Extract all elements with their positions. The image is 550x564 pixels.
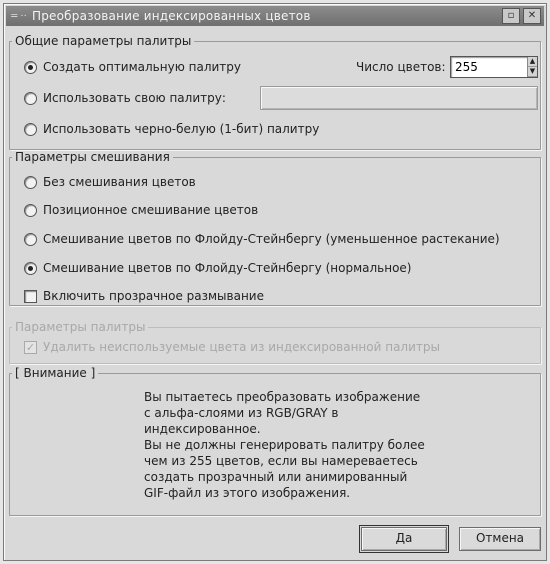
- bw-palette-label: Использовать черно-белую (1-бит) палитру: [43, 122, 320, 136]
- radio-icon[interactable]: [24, 175, 37, 189]
- checkbox-icon[interactable]: ✓: [24, 340, 37, 354]
- spin-arrows[interactable]: ▲ ▼: [527, 57, 537, 77]
- fs-normal-dither-label: Смешивание цветов по Флойду-Стейнбергу (…: [43, 261, 412, 275]
- warning-message: Вы пытаетесь преобразовать изображение с…: [144, 390, 425, 500]
- positional-dither-label: Позиционное смешивание цветов: [43, 203, 259, 217]
- custom-palette-select-button[interactable]: [260, 86, 538, 110]
- color-count-spinbox[interactable]: ▲ ▼: [450, 56, 538, 78]
- radio-icon[interactable]: [24, 203, 37, 217]
- radio-custom-palette[interactable]: Использовать свою палитру:: [24, 91, 226, 105]
- dither-group-legend: Параметры смешивания: [15, 150, 170, 164]
- color-count-label: Число цветов:: [356, 60, 446, 74]
- maximize-icon[interactable]: ▫: [502, 8, 520, 24]
- radio-no-dither[interactable]: Без смешивания цветов: [24, 175, 196, 189]
- radio-icon[interactable]: [24, 60, 37, 74]
- optimal-palette-label: Создать оптимальную палитру: [43, 60, 241, 74]
- color-count-label-row: Число цветов:: [356, 60, 446, 74]
- radio-icon[interactable]: [24, 232, 37, 246]
- radio-optimal-palette[interactable]: Создать оптимальную палитру: [24, 60, 241, 74]
- checkbox-transparency-dither[interactable]: Включить прозрачное размывание: [24, 289, 264, 303]
- palette-options-legend: Параметры палитры: [15, 320, 146, 334]
- window-menu-icon[interactable]: ═ ··: [6, 11, 32, 22]
- transparency-dither-label: Включить прозрачное размывание: [43, 289, 264, 303]
- ok-button[interactable]: Да: [359, 525, 449, 553]
- dialog-title: Преобразование индексированных цветов: [32, 9, 311, 23]
- radio-icon[interactable]: [24, 122, 37, 136]
- checkbox-icon[interactable]: [24, 289, 37, 303]
- palette-group-legend: Общие параметры палитры: [15, 34, 192, 48]
- close-icon[interactable]: ✕: [523, 8, 541, 24]
- title-bar[interactable]: ═ ·· Преобразование индексированных цвет…: [6, 6, 544, 26]
- cancel-button[interactable]: Отмена: [459, 527, 541, 551]
- custom-palette-label: Использовать свою палитру:: [43, 91, 226, 105]
- remove-unused-label: Удалить неиспользуемые цвета из индексир…: [43, 340, 440, 354]
- color-count-input[interactable]: [451, 57, 527, 77]
- radio-positional-dither[interactable]: Позиционное смешивание цветов: [24, 203, 258, 217]
- warning-legend: [ Внимание ]: [15, 366, 96, 380]
- fs-reduced-dither-label: Смешивание цветов по Флойду-Стейнбергу (…: [43, 232, 500, 246]
- radio-fs-normal-dither[interactable]: Смешивание цветов по Флойду-Стейнбергу (…: [24, 261, 411, 275]
- checkbox-remove-unused[interactable]: ✓ Удалить неиспользуемые цвета из индекс…: [24, 340, 440, 354]
- radio-icon[interactable]: [24, 261, 37, 275]
- no-dither-label: Без смешивания цветов: [43, 175, 196, 189]
- radio-bw-palette[interactable]: Использовать черно-белую (1-бит) палитру: [24, 122, 319, 136]
- dialog-window: ═ ·· Преобразование индексированных цвет…: [3, 3, 547, 561]
- radio-fs-reduced-dither[interactable]: Смешивание цветов по Флойду-Стейнбергу (…: [24, 232, 500, 246]
- spin-down-icon[interactable]: ▼: [528, 67, 537, 77]
- dither-group: Параметры смешивания: [9, 150, 541, 306]
- spin-up-icon[interactable]: ▲: [528, 57, 537, 67]
- radio-icon[interactable]: [24, 91, 37, 105]
